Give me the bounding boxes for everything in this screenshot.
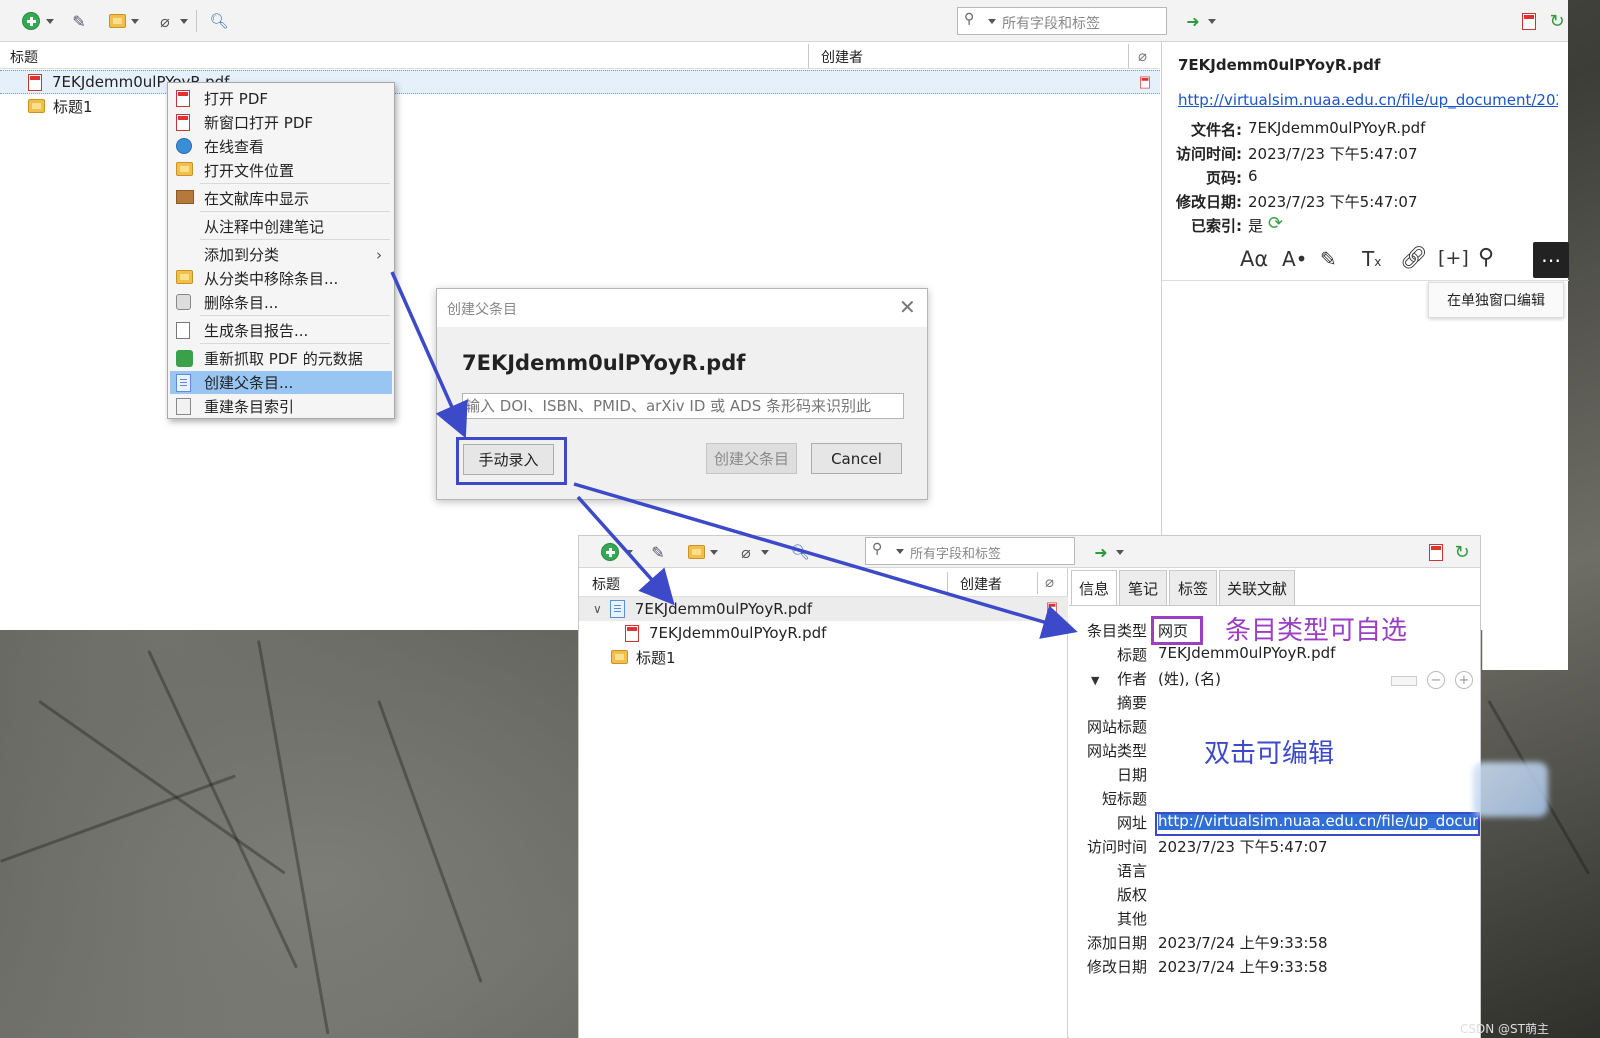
watermark: CSDN @ST萌主 [1460,1022,1549,1036]
arrow-menu-to-dialog [390,271,468,439]
arrow-manual-to-tree [576,495,675,606]
arrow-manual-to-type [573,482,1078,639]
annotation-arrows [390,271,1078,639]
